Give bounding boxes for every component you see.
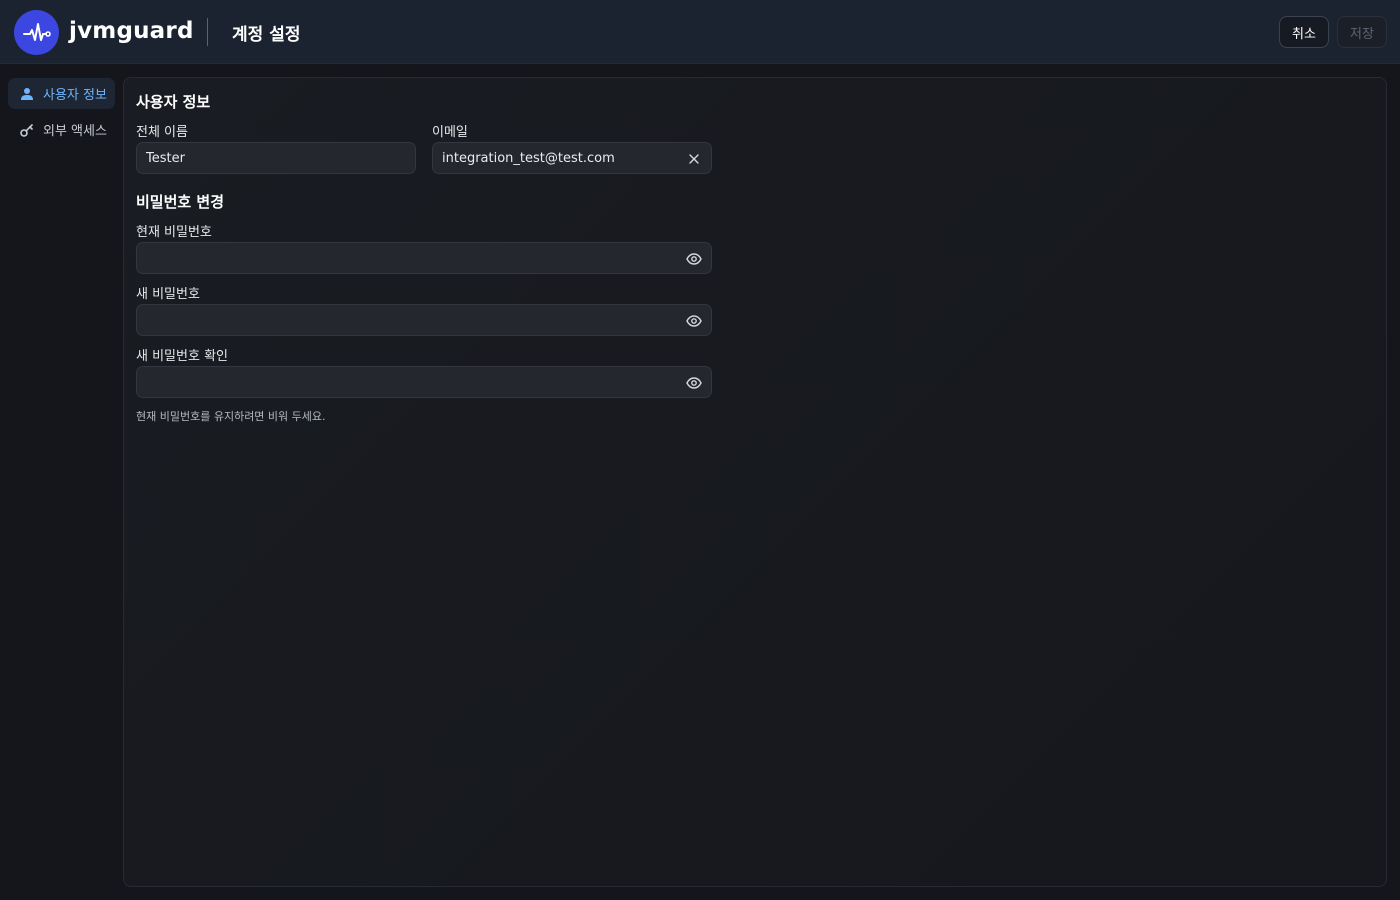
cancel-button[interactable]: 취소 bbox=[1279, 16, 1329, 48]
user-section-title: 사용자 정보 bbox=[136, 93, 211, 111]
key-icon bbox=[19, 122, 35, 138]
sidebar-item-label: 사용자 정보 bbox=[43, 88, 107, 103]
save-button[interactable]: 저장 bbox=[1337, 16, 1387, 48]
brand-name: jvmguard bbox=[69, 18, 194, 44]
sidebar-item-label: 외부 액세스 bbox=[43, 124, 107, 139]
app-header: jvmguard 계정 설정 취소 저장 bbox=[0, 0, 1400, 64]
page-title: 계정 설정 bbox=[232, 24, 301, 45]
eye-icon[interactable] bbox=[686, 375, 702, 391]
email-value: integration_test@test.com bbox=[442, 150, 615, 166]
current-password-label: 현재 비밀번호 bbox=[136, 225, 212, 240]
new-password-input[interactable] bbox=[136, 304, 712, 336]
user-icon bbox=[19, 86, 35, 102]
settings-panel: 사용자 정보 전체 이름 Tester 이메일 integration_test… bbox=[123, 77, 1387, 887]
pulse-icon[interactable] bbox=[14, 10, 59, 55]
clear-icon[interactable] bbox=[686, 151, 702, 167]
confirm-password-label: 새 비밀번호 확인 bbox=[136, 349, 228, 364]
email-input[interactable]: integration_test@test.com bbox=[432, 142, 712, 174]
header-divider bbox=[207, 18, 208, 46]
password-hint: 현재 비밀번호를 유지하려면 비워 두세요. bbox=[136, 410, 326, 423]
sidebar: 사용자 정보 외부 액세스 bbox=[0, 64, 122, 900]
new-password-label: 새 비밀번호 bbox=[136, 287, 200, 302]
full-name-label: 전체 이름 bbox=[136, 125, 188, 140]
full-name-value: Tester bbox=[146, 150, 185, 166]
eye-icon[interactable] bbox=[686, 251, 702, 267]
current-password-input[interactable] bbox=[136, 242, 712, 274]
sidebar-item-user-info[interactable]: 사용자 정보 bbox=[8, 78, 115, 109]
email-label: 이메일 bbox=[432, 125, 468, 140]
sidebar-item-external-access[interactable]: 외부 액세스 bbox=[8, 114, 115, 145]
eye-icon[interactable] bbox=[686, 313, 702, 329]
full-name-input[interactable]: Tester bbox=[136, 142, 416, 174]
confirm-password-input[interactable] bbox=[136, 366, 712, 398]
password-section-title: 비밀번호 변경 bbox=[136, 193, 225, 211]
